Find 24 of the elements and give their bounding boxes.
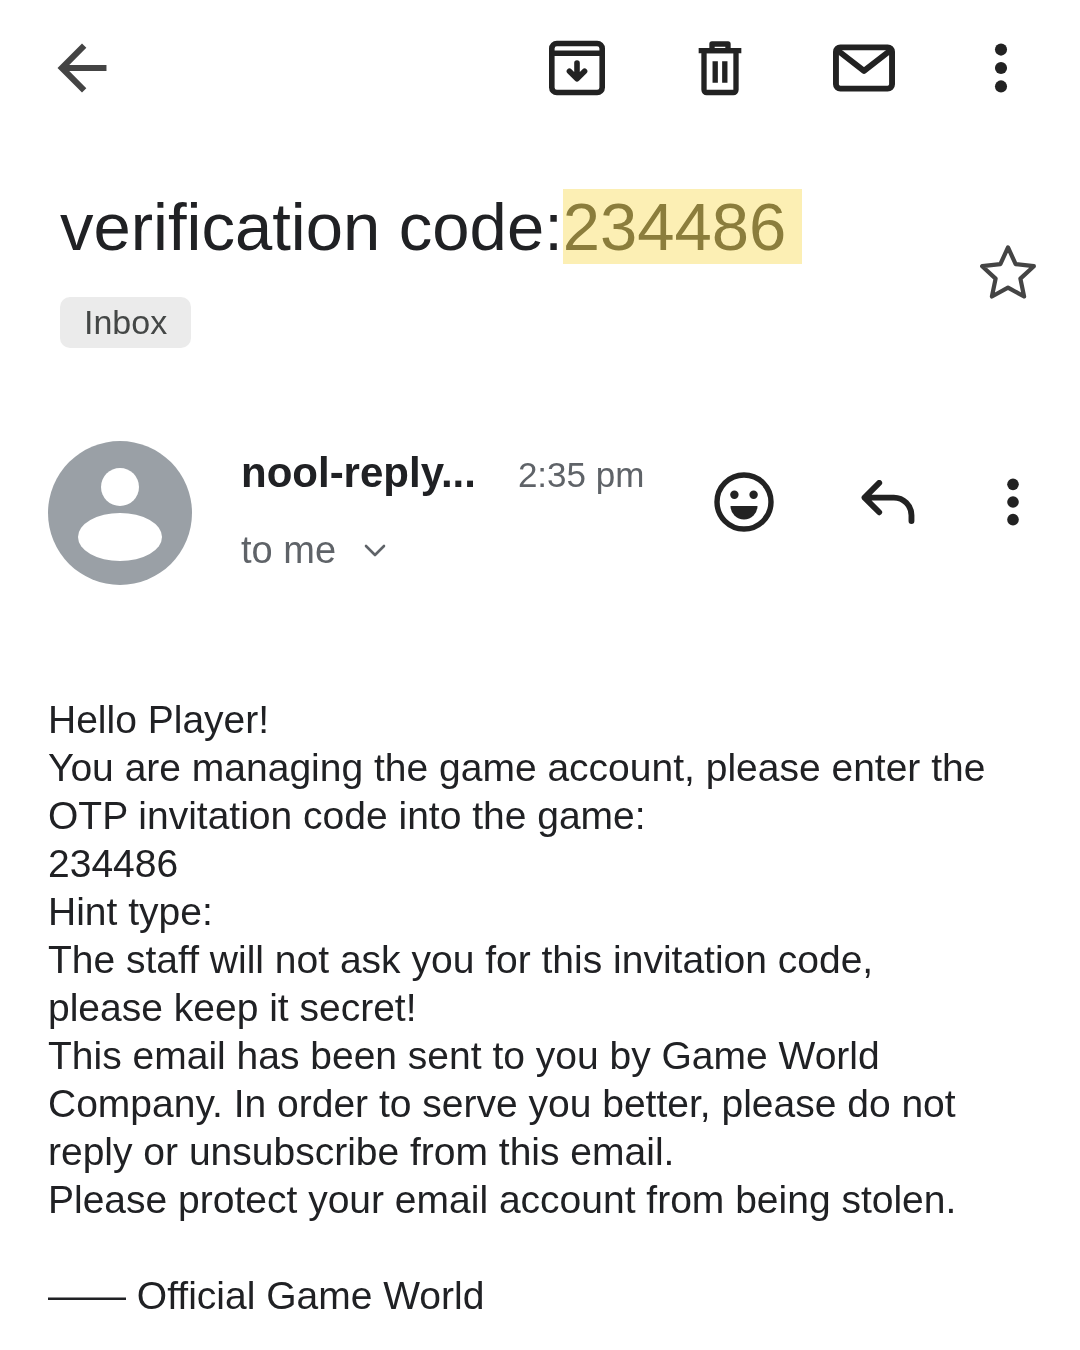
more-vertical-icon bbox=[1006, 478, 1020, 526]
mail-icon bbox=[833, 42, 895, 93]
body-paragraph: The staff will not ask you for this invitation code, please keep it secret! bbox=[48, 937, 875, 1031]
archive-icon bbox=[549, 39, 605, 96]
label-chip: Inbox bbox=[60, 297, 192, 348]
avatar-icon bbox=[48, 441, 192, 585]
add-reaction-button[interactable] bbox=[714, 472, 774, 532]
back-arrow-icon bbox=[56, 41, 108, 94]
body-paragraph: Hello Player! bbox=[48, 697, 271, 743]
body-paragraph: 234486 bbox=[48, 841, 180, 887]
received-time: 2:35 pm bbox=[517, 454, 645, 496]
more-vertical-icon bbox=[994, 42, 1008, 93]
email-subject: verification code:234486 bbox=[60, 190, 803, 263]
reply-arrow-icon bbox=[861, 480, 915, 524]
body-paragraph: This email has been sent to you by Game World Company. In order to serve you better, please do not reply or unsubscribe from this email. bbox=[48, 1033, 957, 1175]
smiley-icon bbox=[714, 472, 774, 532]
body-paragraph: Hint type: bbox=[48, 889, 214, 935]
sender-name: nool-reply... bbox=[241, 448, 476, 498]
signature-text: —— Official Game World bbox=[48, 1273, 485, 1319]
body-paragraph: You are managing the game account, please enter the OTP invitation code into the game: bbox=[48, 745, 987, 839]
chevron-down-icon bbox=[364, 543, 387, 557]
body-paragraph: Please protect your email account from being stolen. bbox=[48, 1177, 958, 1223]
recipients-toggle[interactable]: to me bbox=[241, 524, 387, 576]
trash-icon bbox=[696, 39, 744, 96]
